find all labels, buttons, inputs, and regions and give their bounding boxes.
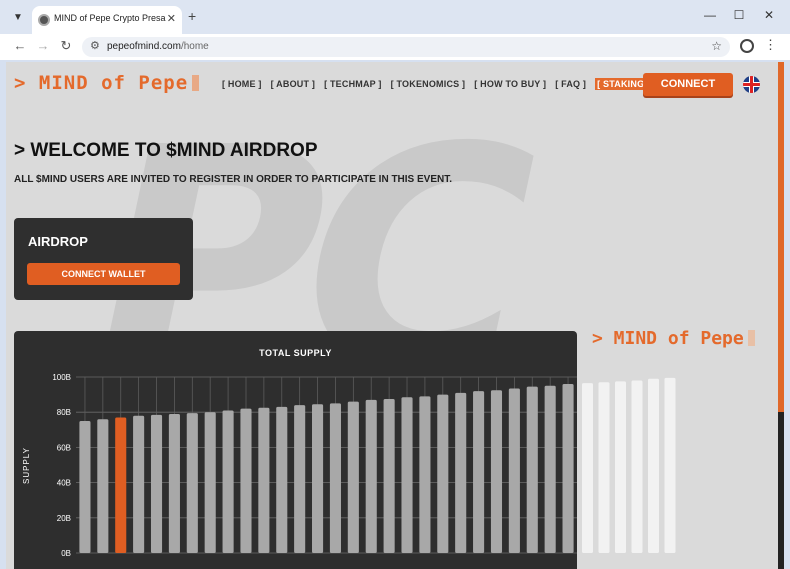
back-icon[interactable]: ←	[11, 38, 29, 53]
tab-bar: ▼ MIND of Pepe Crypto Presale | ¦ ✕ + — …	[0, 0, 790, 34]
chart-bar	[365, 399, 377, 553]
airdrop-title: AIRDROP	[28, 234, 88, 249]
chart-y-tick-label: 60B	[57, 443, 71, 452]
chart-bar	[598, 382, 610, 553]
url-path: /home	[180, 41, 209, 52]
new-tab-icon[interactable]: +	[188, 8, 196, 24]
chart-y-tick-label: 80B	[57, 408, 71, 417]
uk-flag-icon[interactable]	[743, 76, 760, 93]
maximize-icon[interactable]: ☐	[729, 8, 749, 22]
connect-wallet-button[interactable]: CONNECT WALLET	[27, 263, 180, 285]
url-domain: pepeofmind.com	[107, 41, 181, 52]
tab-title: MIND of Pepe Crypto Presale | ¦	[54, 13, 166, 23]
page-subtitle: ALL $MIND USERS ARE INVITED TO REGISTER …	[14, 174, 453, 185]
nav-home[interactable]: [ HOME ]	[222, 79, 262, 90]
chart-bar	[544, 385, 556, 553]
chart-overflow-bars	[582, 377, 676, 553]
chart-bar	[615, 381, 626, 553]
cursor-block-icon	[192, 75, 200, 91]
chart-bar	[294, 405, 306, 553]
url-field[interactable]: ⚙ pepeofmind.com/home ☆	[82, 37, 730, 57]
chart-title: TOTAL SUPPLY	[259, 348, 332, 358]
nav-tokenomics[interactable]: [ TOKENOMICS ]	[391, 79, 466, 90]
chart-bar	[562, 384, 574, 553]
chart-bar	[437, 394, 449, 553]
chart-bar	[473, 391, 485, 553]
total-supply-chart: TOTAL SUPPLY SUPPLY 0B 20B 40B 60B 80B 100B	[14, 331, 577, 569]
scrollbar-thumb[interactable]	[778, 62, 784, 412]
chart-bar	[168, 413, 180, 553]
side-logo-text: > MIND of Pepe	[592, 328, 744, 349]
chart-bar	[508, 388, 520, 553]
chart-y-tick-label: 0B	[61, 549, 71, 558]
chart-bar	[526, 386, 538, 553]
chart-bar	[186, 413, 198, 553]
star-icon[interactable]: ☆	[711, 39, 722, 53]
chart-bar	[455, 392, 467, 553]
url-text: pepeofmind.com/home	[107, 41, 209, 52]
nav-how-to-buy[interactable]: [ HOW TO BUY ]	[474, 79, 546, 90]
site-info-icon[interactable]: ⚙	[90, 39, 100, 52]
chart-bar	[401, 397, 413, 553]
chart-bar	[150, 414, 163, 553]
nav-about[interactable]: [ ABOUT ]	[271, 79, 315, 90]
chart-bar	[222, 410, 234, 553]
chart-plot: 0B 20B 40B 60B 80B 100B	[52, 373, 577, 558]
airdrop-card: AIRDROP CONNECT WALLET	[14, 218, 193, 300]
chart-y-tick-label: 100B	[52, 373, 71, 382]
chart-bar	[347, 401, 359, 553]
window-close-icon[interactable]: ✕	[759, 8, 779, 22]
chart-bar	[490, 390, 503, 553]
cursor-block-icon	[747, 330, 755, 346]
chart-bar	[664, 377, 676, 553]
scrollbar[interactable]	[778, 62, 784, 569]
tab-search-chevron-icon[interactable]: ▼	[8, 8, 28, 28]
browser-tab[interactable]: MIND of Pepe Crypto Presale | ¦ ✕	[32, 6, 182, 34]
chart-bar	[312, 404, 324, 553]
nav-techmap[interactable]: [ TECHMAP ]	[324, 79, 382, 90]
chart-bar	[133, 415, 145, 553]
address-bar: ← → ↻ ⚙ pepeofmind.com/home ☆ ⋮	[0, 34, 790, 60]
nav-faq[interactable]: [ FAQ ]	[555, 79, 586, 90]
chart-bar	[383, 399, 395, 553]
forward-icon[interactable]: →	[34, 38, 52, 53]
close-tab-icon[interactable]: ✕	[167, 12, 176, 25]
chart-bar	[97, 419, 109, 553]
connect-button[interactable]: CONNECT	[643, 73, 733, 96]
chart-bar	[240, 408, 252, 553]
reload-icon[interactable]: ↻	[57, 38, 75, 54]
chart-bar	[276, 406, 288, 553]
main-nav: [ HOME ] [ ABOUT ] [ TECHMAP ] [ TOKENOM…	[222, 78, 653, 90]
chart-bar	[631, 380, 643, 553]
chart-y-tick-label: 40B	[57, 479, 71, 488]
site-logo-text: > MIND of Pepe	[14, 72, 189, 94]
chart-bar	[204, 412, 216, 553]
chart-bar	[79, 421, 91, 553]
side-logo: > MIND of Pepe	[592, 328, 755, 349]
profile-icon[interactable]	[740, 39, 754, 53]
chart-bar	[582, 383, 593, 553]
chart-y-tick-label: 20B	[57, 514, 71, 523]
minimize-icon[interactable]: —	[700, 8, 720, 22]
chart-bar	[115, 417, 127, 553]
chart-bar	[648, 378, 659, 553]
favicon-icon	[38, 14, 50, 26]
chart-bar	[329, 403, 341, 553]
chart-bar	[258, 407, 270, 553]
more-icon[interactable]: ⋮	[764, 37, 777, 53]
site-logo[interactable]: > MIND of Pepe	[14, 72, 200, 94]
chart-bar	[419, 396, 431, 553]
page: PC > MIND of Pepe [ HOME ] [ ABOUT ] [ T…	[6, 62, 784, 569]
page-title: > WELCOME TO $MIND AIRDROP	[14, 140, 318, 161]
